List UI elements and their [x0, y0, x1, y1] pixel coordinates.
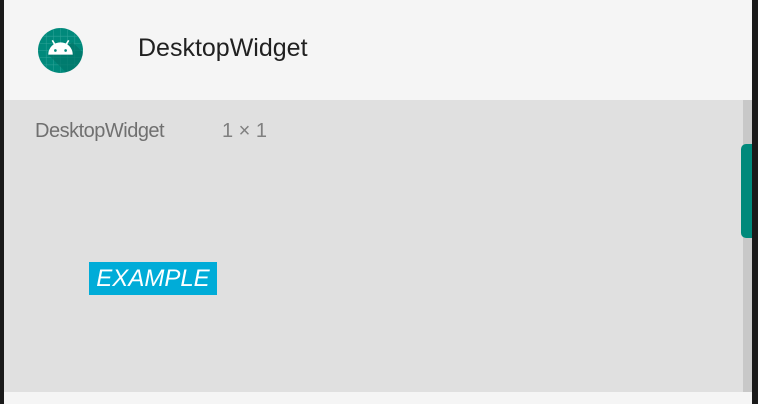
android-app-icon: [38, 28, 83, 73]
widget-name: DesktopWidget: [35, 120, 165, 142]
scrollbar-thumb[interactable]: [741, 144, 752, 238]
widget-preview[interactable]: EXAMPLE: [89, 262, 217, 295]
app-title: DesktopWidget: [138, 34, 308, 62]
window-border-right: [752, 0, 758, 404]
next-list-item: [4, 392, 752, 404]
app-header: DesktopWidget: [4, 0, 743, 100]
widget-size: 1 × 1: [222, 120, 268, 142]
widget-list-item[interactable]: DesktopWidget 1 × 1 EXAMPLE: [4, 100, 743, 392]
